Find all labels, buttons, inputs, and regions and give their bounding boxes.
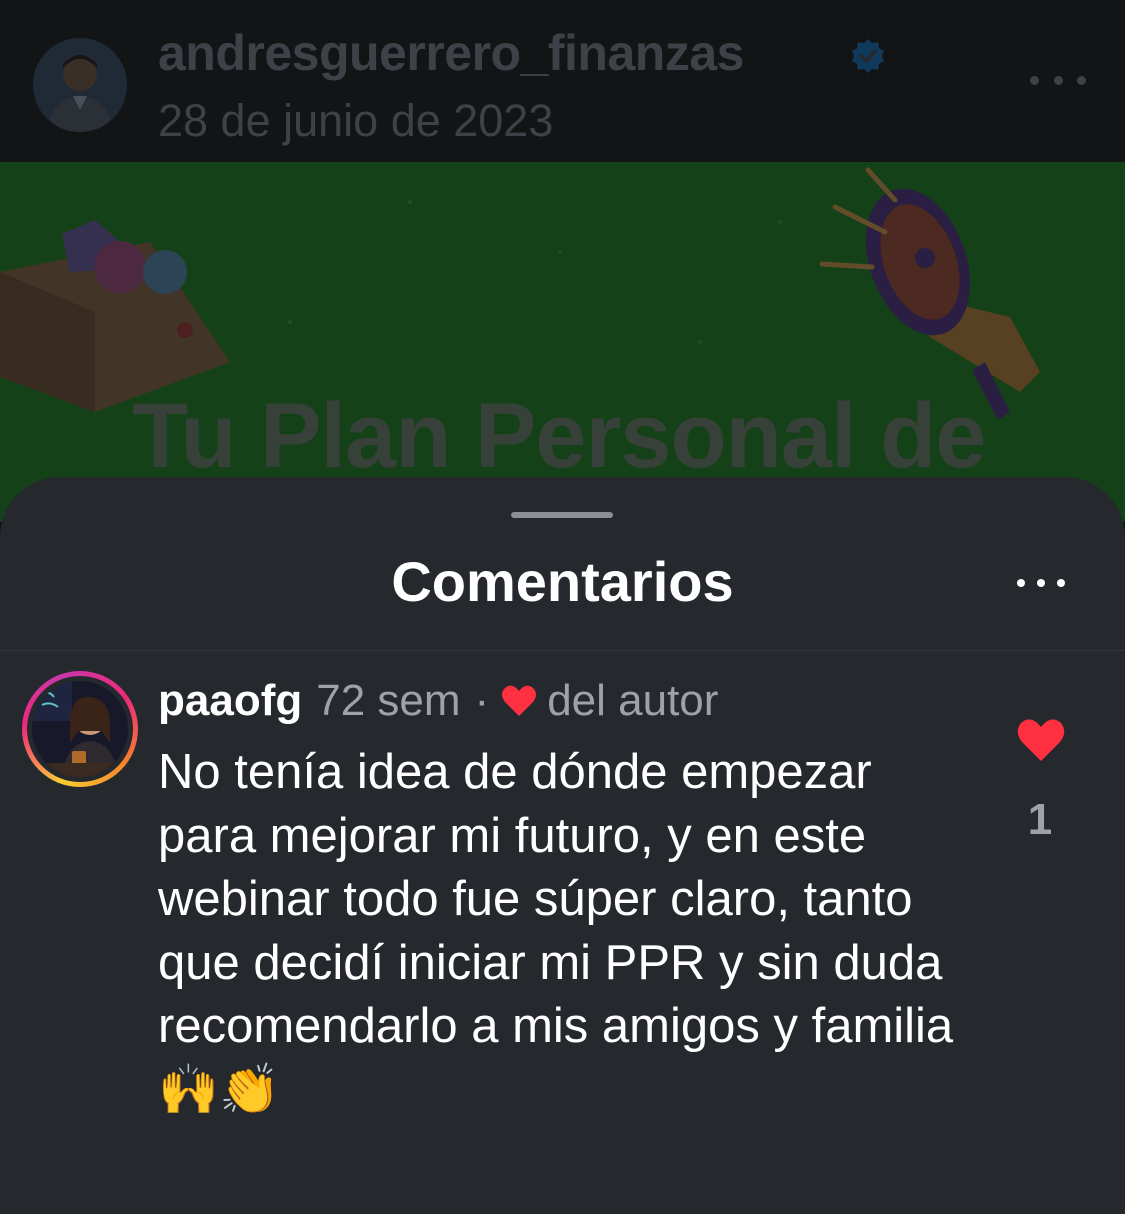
comment-timestamp: 72 sem: [316, 676, 461, 725]
liked-by-author-label: del autor: [547, 676, 719, 725]
comment-text: No tenía idea de dónde empezar para mejo…: [158, 745, 954, 1117]
story-ring-gap: [27, 676, 133, 782]
screen: andresguerrero_finanzas 28 de junio de 2…: [0, 0, 1125, 1214]
like-heart-icon[interactable]: [1016, 717, 1066, 763]
story-ring[interactable]: [22, 671, 138, 787]
author-liked-heart-icon: [502, 685, 537, 716]
post-more-options-icon[interactable]: [1030, 62, 1086, 98]
like-count: 1: [1027, 795, 1053, 844]
sheet-title: Comentarios: [391, 550, 734, 613]
comment-header: paaofg 72 sem · del autor: [158, 675, 718, 727]
post-header: andresguerrero_finanzas 28 de junio de 2…: [0, 0, 1125, 162]
sheet-more-options-icon[interactable]: [1017, 575, 1065, 591]
divider: [0, 650, 1125, 651]
dim-overlay[interactable]: [0, 162, 1125, 522]
comments-sheet: Comentarios paaofg 72 sem · del autor No…: [0, 477, 1125, 1214]
post-author-username[interactable]: andresguerrero_finanzas: [158, 24, 744, 82]
post-image: Tu Plan Personal de: [0, 162, 1125, 522]
meta-separator: ·: [474, 676, 490, 725]
commenter-username[interactable]: paaofg: [158, 676, 302, 726]
commenter-avatar[interactable]: [32, 681, 128, 777]
verified-badge-icon: [852, 39, 884, 73]
sheet-drag-handle[interactable]: [511, 512, 613, 518]
post-date: 28 de junio de 2023: [158, 95, 554, 146]
post-author-avatar[interactable]: [33, 38, 127, 132]
